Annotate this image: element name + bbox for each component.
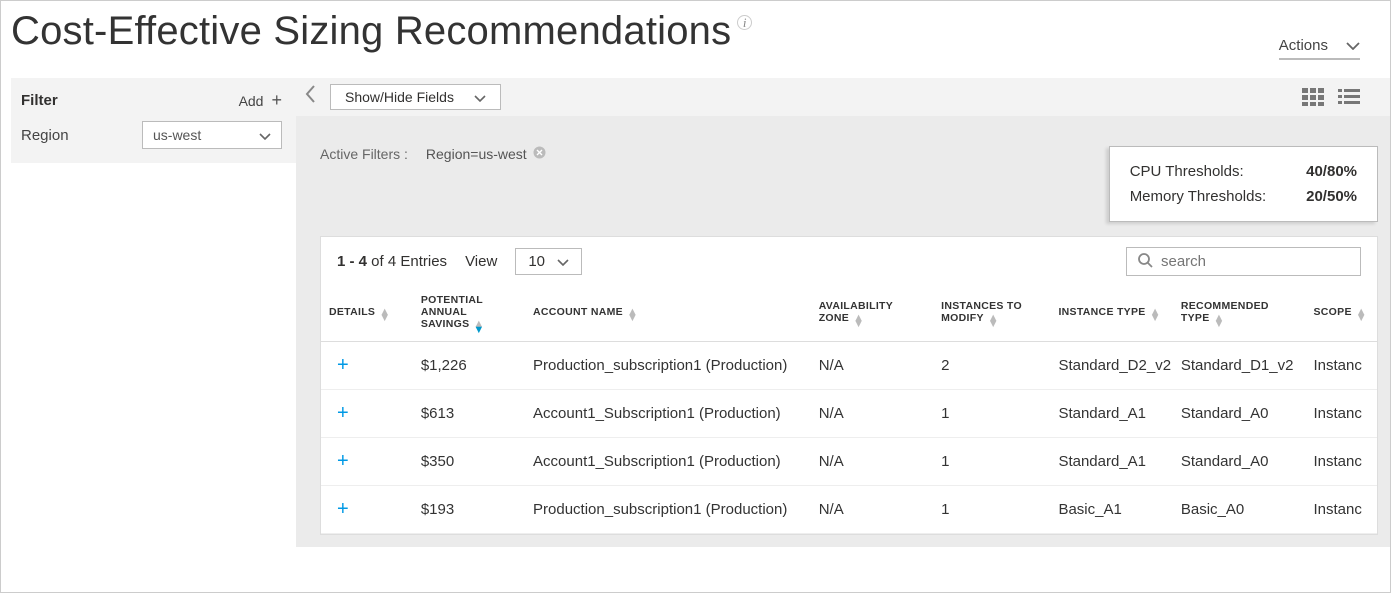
chevron-down-icon [259,127,271,143]
thresholds-box: CPU Thresholds: 40/80% Memory Thresholds… [1109,146,1378,222]
cell-instances: 2 [933,342,1050,390]
region-select-value: us-west [153,127,201,143]
cpu-threshold-label: CPU Thresholds: [1130,163,1244,180]
back-button[interactable] [304,84,316,110]
col-type[interactable]: INSTANCE TYPE▲▼ [1050,286,1172,342]
sort-icon: ▲▼ [853,315,864,327]
actions-dropdown[interactable]: Actions [1279,37,1360,60]
search-icon [1137,252,1153,271]
filter-title: Filter [21,92,58,109]
add-filter-label: Add [239,93,264,109]
filter-region-label: Region [21,127,69,144]
sort-icon: ▲▼ [1214,315,1225,327]
close-icon[interactable] [533,146,546,162]
col-az[interactable]: AVAILABILITY ZONE▲▼ [811,286,933,342]
cell-type: Standard_D2_v2 [1050,342,1172,390]
col-scope[interactable]: SCOPE▲▼ [1306,286,1378,342]
cell-scope: Instanc [1306,486,1378,534]
cell-instances: 1 [933,438,1050,486]
cell-recommended: Basic_A0 [1173,486,1306,534]
entries-count: 1 - 4 of 4 Entries [337,253,447,270]
cell-instances: 1 [933,390,1050,438]
cell-account: Account1_Subscription1 (Production) [525,438,811,486]
cell-recommended: Standard_A0 [1173,438,1306,486]
search-input[interactable] [1161,253,1360,270]
cell-type: Standard_A1 [1050,390,1172,438]
cell-account: Account1_Subscription1 (Production) [525,390,811,438]
chevron-down-icon [474,89,486,105]
table-row: +$350Account1_Subscription1 (Production)… [321,438,1377,486]
recommendations-table: DETAILS▲▼ POTENTIAL ANNUAL SAVINGS▲▼ ACC… [321,286,1377,534]
cell-recommended: Standard_A0 [1173,390,1306,438]
cell-az: N/A [811,390,933,438]
show-hide-label: Show/Hide Fields [345,89,454,105]
active-filter-text: Region=us-west [426,146,527,162]
memory-threshold-value: 20/50% [1306,188,1357,205]
table-row: +$193Production_subscription1 (Productio… [321,486,1377,534]
region-select[interactable]: us-west [142,121,282,149]
page-size-select[interactable]: 10 [515,248,582,275]
cell-scope: Instanc [1306,390,1378,438]
expand-row-button[interactable]: + [321,438,413,486]
plus-icon: + [271,90,282,111]
col-instances[interactable]: INSTANCES TO MODIFY▲▼ [933,286,1050,342]
cell-savings: $613 [413,390,525,438]
entries-of: of 4 Entries [367,253,447,270]
cell-type: Standard_A1 [1050,438,1172,486]
add-filter-button[interactable]: Add + [239,90,282,111]
col-details[interactable]: DETAILS▲▼ [321,286,413,342]
active-filters-label: Active Filters : [320,146,408,162]
actions-label: Actions [1279,37,1328,54]
col-account[interactable]: ACCOUNT NAME▲▼ [525,286,811,342]
cell-recommended: Standard_D1_v2 [1173,342,1306,390]
cell-az: N/A [811,486,933,534]
sort-icon: ▲▼ [473,321,484,333]
active-filters: Active Filters : Region=us-west [320,146,546,162]
cell-savings: $1,226 [413,342,525,390]
toolbar: Show/Hide Fields [296,78,1390,116]
cell-account: Production_subscription1 (Production) [525,342,811,390]
chevron-down-icon [1346,37,1360,54]
page-title: Cost-Effective Sizing Recommendations i [11,9,752,54]
page-title-text: Cost-Effective Sizing Recommendations [11,9,731,54]
sort-icon: ▲▼ [627,309,638,321]
table-row: +$1,226Production_subscription1 (Product… [321,342,1377,390]
expand-row-button[interactable]: + [321,486,413,534]
filter-panel: Filter Add + Region us-west [11,78,296,163]
sort-icon: ▲▼ [988,315,999,327]
cpu-threshold-value: 40/80% [1306,163,1357,180]
sort-icon: ▲▼ [1356,309,1367,321]
cell-type: Basic_A1 [1050,486,1172,534]
cell-scope: Instanc [1306,438,1378,486]
cell-az: N/A [811,342,933,390]
show-hide-fields-dropdown[interactable]: Show/Hide Fields [330,84,501,110]
expand-row-button[interactable]: + [321,390,413,438]
chevron-down-icon [557,253,569,270]
list-view-icon[interactable] [1338,88,1360,106]
view-label: View [465,253,497,270]
memory-threshold-label: Memory Thresholds: [1130,188,1266,205]
cell-instances: 1 [933,486,1050,534]
active-filter-tag: Region=us-west [426,146,546,162]
table-row: +$613Account1_Subscription1 (Production)… [321,390,1377,438]
col-savings[interactable]: POTENTIAL ANNUAL SAVINGS▲▼ [413,286,525,342]
page-size-value: 10 [528,253,545,270]
col-recommended[interactable]: RECOMMENDED TYPE▲▼ [1173,286,1306,342]
sort-icon: ▲▼ [1150,309,1161,321]
cell-az: N/A [811,438,933,486]
grid-view-icon[interactable] [1302,88,1324,106]
info-icon[interactable]: i [737,15,752,30]
cell-savings: $350 [413,438,525,486]
cell-savings: $193 [413,486,525,534]
entries-range: 1 - 4 [337,253,367,270]
expand-row-button[interactable]: + [321,342,413,390]
cell-account: Production_subscription1 (Production) [525,486,811,534]
sort-icon: ▲▼ [379,309,390,321]
search-box[interactable] [1126,247,1361,276]
cell-scope: Instanc [1306,342,1378,390]
